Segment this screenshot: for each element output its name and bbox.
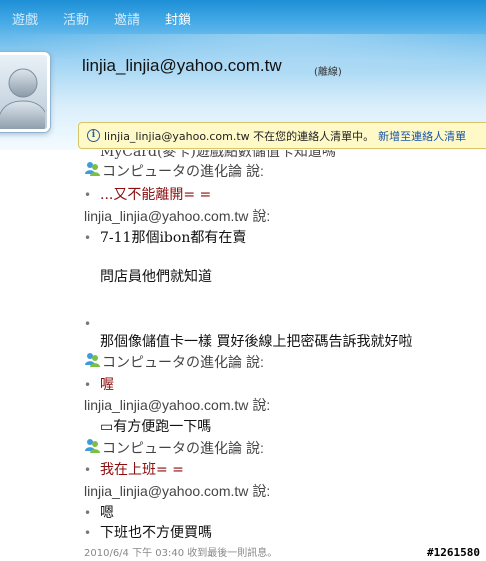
msn-buddy-icon xyxy=(85,439,100,453)
contact-avatar[interactable] xyxy=(0,52,50,132)
menu-activities[interactable]: 活動 xyxy=(63,9,89,28)
conversation-history[interactable]: MyCard(麥卡)遊戲點數儲值卡知道嗎 コンピュータの進化論 說: • ...又不… xyxy=(0,150,486,561)
chat-message: • xyxy=(84,317,92,331)
msn-buddy-icon xyxy=(85,353,100,367)
add-to-contacts-link[interactable]: 新增至連絡人清單 xyxy=(378,128,466,144)
menu-block[interactable]: 封鎖 xyxy=(165,9,191,28)
msn-buddy-icon xyxy=(85,162,100,176)
sender-name: linjia_linjia@yahoo.com.tw 說: xyxy=(84,397,271,413)
not-in-contacts-infobar: i linjia_linjia@yahoo.com.tw 不在您的連絡人清單中。… xyxy=(78,122,486,149)
infobar-text: linjia_linjia@yahoo.com.tw 不在您的連絡人清單中。 xyxy=(104,129,375,143)
chat-message: • 7-11那個ibon都有在賣 xyxy=(84,230,247,246)
sender-name: コンピュータの進化論 說: xyxy=(102,440,264,456)
image-watermark: #1261580 xyxy=(427,546,480,559)
menu-bar: 遊戲 活動 邀請 封鎖 xyxy=(0,0,486,36)
chat-message: • 下班也不方便買嗎 xyxy=(84,525,212,541)
chat-message: • ...又不能離開= = xyxy=(84,187,212,203)
chat-message: ▭有方便跑一下嗎 xyxy=(100,419,212,435)
sender-name: linjia_linjia@yahoo.com.tw 說: xyxy=(84,483,271,499)
sender-name: コンピュータの進化論 說: xyxy=(102,163,264,179)
sender-name: linjia_linjia@yahoo.com.tw 說: xyxy=(84,208,271,224)
chat-message: 那個像儲值卡一樣 買好後線上把密碼告訴我就好啦 xyxy=(100,334,413,350)
chat-message: • 喔 xyxy=(84,377,114,393)
chat-message: • 嗯 xyxy=(84,505,114,521)
clipped-message: MyCard(麥卡)遊戲點數儲值卡知道嗎 xyxy=(100,150,336,160)
user-silhouette-icon xyxy=(0,68,45,129)
chat-message: • 我在上班= = xyxy=(84,462,184,478)
menu-games[interactable]: 遊戲 xyxy=(12,9,38,28)
last-message-timestamp: 2010/6/4 下午 03:40 收到最後一則訊息。 xyxy=(84,548,278,559)
info-icon: i xyxy=(87,129,100,142)
chat-message: 問店員他們就知道 xyxy=(100,269,212,285)
contact-status: (離線) xyxy=(314,67,342,78)
contact-email: linjia_linjia@yahoo.com.tw xyxy=(82,56,282,75)
sender-name: コンピュータの進化論 說: xyxy=(102,354,264,370)
menu-invite[interactable]: 邀請 xyxy=(114,9,140,28)
